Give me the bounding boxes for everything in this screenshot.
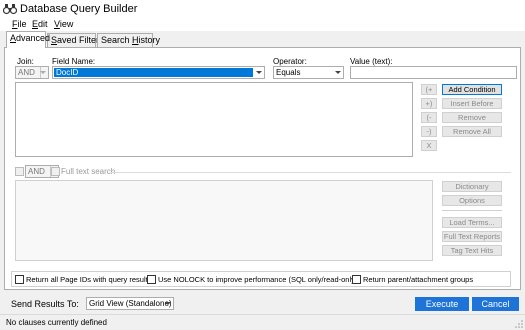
load-terms-button[interactable]: Load Terms...	[442, 217, 502, 228]
fulltext-search-label: Full text search	[61, 167, 116, 176]
binoculars-icon	[3, 4, 17, 15]
cancel-button[interactable]: Cancel	[472, 297, 519, 311]
operator-select[interactable]: Equals	[273, 66, 344, 79]
clause-list[interactable]	[15, 82, 413, 157]
tag-text-hits-button[interactable]: Tag Text Hits	[442, 245, 502, 256]
add-condition-button[interactable]: Add Condition	[442, 84, 502, 95]
field-name-value: DocID	[54, 68, 253, 77]
menu-file[interactable]: File	[12, 19, 27, 29]
chevron-down-icon	[40, 71, 46, 74]
join-label: Join:	[17, 57, 34, 66]
status-text: No clauses currently defined	[6, 318, 107, 327]
chevron-down-icon	[256, 71, 262, 74]
fulltext-enable-checkbox[interactable]	[15, 167, 24, 176]
title-bar: Database Query Builder	[0, 0, 525, 18]
menu-bar: File Edit View	[0, 18, 525, 31]
field-name-label: Field Name:	[52, 57, 96, 66]
value-label: Value (text):	[350, 57, 393, 66]
value-input[interactable]	[350, 66, 517, 79]
join-select[interactable]: AND	[15, 66, 49, 79]
status-bar: No clauses currently defined	[0, 314, 525, 330]
insert-before-button[interactable]: Insert Before	[442, 98, 502, 109]
fulltext-search-checkbox[interactable]	[51, 167, 60, 176]
tab-advanced[interactable]: Advanced	[6, 31, 50, 48]
return-parent-groups-label: Return parent/attachment groups	[363, 275, 474, 284]
send-results-label: Send Results To:	[11, 299, 79, 309]
fulltext-divider	[111, 172, 511, 173]
operator-label: Operator:	[273, 57, 307, 66]
tab-search-history[interactable]: Search History	[97, 33, 160, 47]
window-title: Database Query Builder	[20, 3, 138, 15]
use-nolock-checkbox[interactable]	[147, 275, 156, 284]
close-group-add-button[interactable]: +)	[421, 98, 437, 109]
remove-all-button[interactable]: Remove All	[442, 126, 502, 137]
menu-edit[interactable]: Edit	[32, 19, 48, 29]
field-name-select[interactable]: DocID	[52, 66, 265, 79]
full-text-reports-button[interactable]: Full Text Reports	[442, 231, 502, 242]
options-button[interactable]: Options	[442, 195, 502, 206]
dictionary-button[interactable]: Dictionary	[442, 181, 502, 192]
return-page-ids-label: Return all Page IDs with query results	[26, 275, 152, 284]
remove-button[interactable]: Remove	[442, 112, 502, 123]
fulltext-buttons-divider	[442, 210, 502, 211]
open-group-add-button[interactable]: (+	[421, 84, 437, 95]
use-nolock-label: Use NOLOCK to improve performance (SQL o…	[158, 275, 358, 284]
menu-view[interactable]: View	[54, 19, 73, 29]
chevron-down-icon	[335, 71, 341, 74]
resize-grip-icon[interactable]	[515, 320, 523, 328]
send-results-select[interactable]: Grid View (Standalone)	[86, 297, 174, 310]
tab-strip: Advanced Saved Filters Search History	[0, 31, 525, 48]
delete-clause-button[interactable]: X	[421, 140, 437, 151]
execute-button[interactable]: Execute	[415, 297, 469, 311]
tab-saved-filters[interactable]: Saved Filters	[47, 33, 104, 47]
fulltext-terms-list[interactable]	[15, 180, 433, 261]
chevron-down-icon	[165, 302, 171, 305]
return-page-ids-checkbox[interactable]	[15, 275, 24, 284]
open-group-remove-button[interactable]: (-	[421, 112, 437, 123]
close-group-remove-button[interactable]: -)	[421, 126, 437, 137]
return-parent-groups-checkbox[interactable]	[352, 275, 361, 284]
